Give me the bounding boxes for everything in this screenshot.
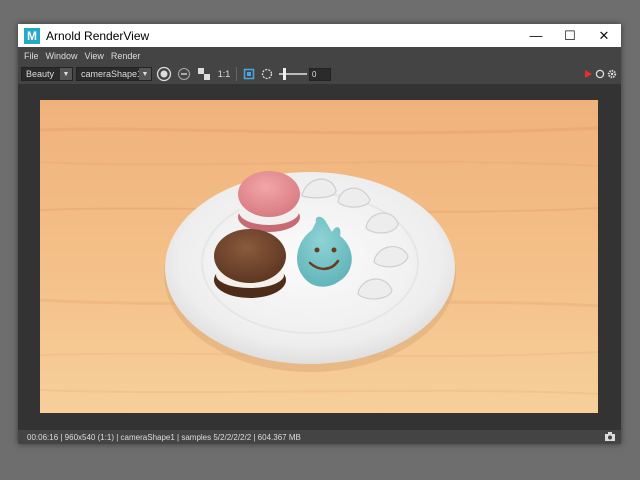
pink-macaron bbox=[238, 171, 300, 232]
close-button[interactable]: ✕ bbox=[587, 24, 621, 47]
chevron-down-icon: ▼ bbox=[60, 68, 72, 80]
chevron-down-icon: ▼ bbox=[139, 68, 151, 80]
chocolate-macaron bbox=[214, 229, 286, 298]
toolbar: Beauty ▼ cameraShape1 ▼ 1:1 0 bbox=[18, 64, 621, 84]
menu-bar: File Window View Render bbox=[18, 47, 621, 64]
camera-dropdown-value: cameraShape1 bbox=[81, 69, 143, 79]
stop-render-icon[interactable] bbox=[582, 66, 593, 82]
menu-render[interactable]: Render bbox=[111, 51, 141, 61]
rendered-image bbox=[40, 100, 598, 413]
menu-window[interactable]: Window bbox=[46, 51, 78, 61]
status-bar: 00:06:16 | 960x540 (1:1) | cameraShape1 … bbox=[18, 430, 621, 444]
minimize-button[interactable]: — bbox=[519, 24, 553, 47]
settings-gear-icon[interactable] bbox=[606, 66, 617, 82]
menu-file[interactable]: File bbox=[24, 51, 39, 61]
checker-icon[interactable] bbox=[196, 66, 212, 82]
toolbar-separator bbox=[236, 67, 237, 81]
camera-dropdown[interactable]: cameraShape1 ▼ bbox=[76, 67, 152, 81]
exposure-value-field[interactable]: 0 bbox=[309, 67, 331, 81]
snapshot-camera-icon[interactable] bbox=[605, 432, 615, 441]
render-view-window: M Arnold RenderView — ☐ ✕ File Window Vi… bbox=[18, 24, 621, 444]
rgb-channel-icon[interactable] bbox=[176, 66, 192, 82]
title-bar: M Arnold RenderView — ☐ ✕ bbox=[18, 24, 621, 47]
slider-thumb[interactable] bbox=[283, 68, 286, 80]
menu-view[interactable]: View bbox=[85, 51, 104, 61]
exposure-slider[interactable] bbox=[279, 68, 307, 80]
render-controls bbox=[581, 66, 617, 82]
status-info: 00:06:16 | 960x540 (1:1) | cameraShape1 … bbox=[27, 432, 301, 442]
render-settings-icon[interactable] bbox=[156, 66, 172, 82]
maximize-button[interactable]: ☐ bbox=[553, 24, 587, 47]
aov-dropdown[interactable]: Beauty ▼ bbox=[21, 67, 73, 81]
aov-dropdown-value: Beauty bbox=[26, 69, 55, 79]
ratio-button[interactable]: 1:1 bbox=[216, 66, 232, 82]
window-controls: — ☐ ✕ bbox=[519, 24, 621, 47]
window-title: Arnold RenderView bbox=[46, 28, 150, 43]
refresh-render-icon[interactable] bbox=[594, 66, 605, 82]
crop-region-icon[interactable] bbox=[241, 66, 257, 82]
maya-logo-icon: M bbox=[24, 27, 40, 44]
render-viewport[interactable] bbox=[18, 84, 621, 430]
exposure-icon[interactable] bbox=[259, 66, 275, 82]
